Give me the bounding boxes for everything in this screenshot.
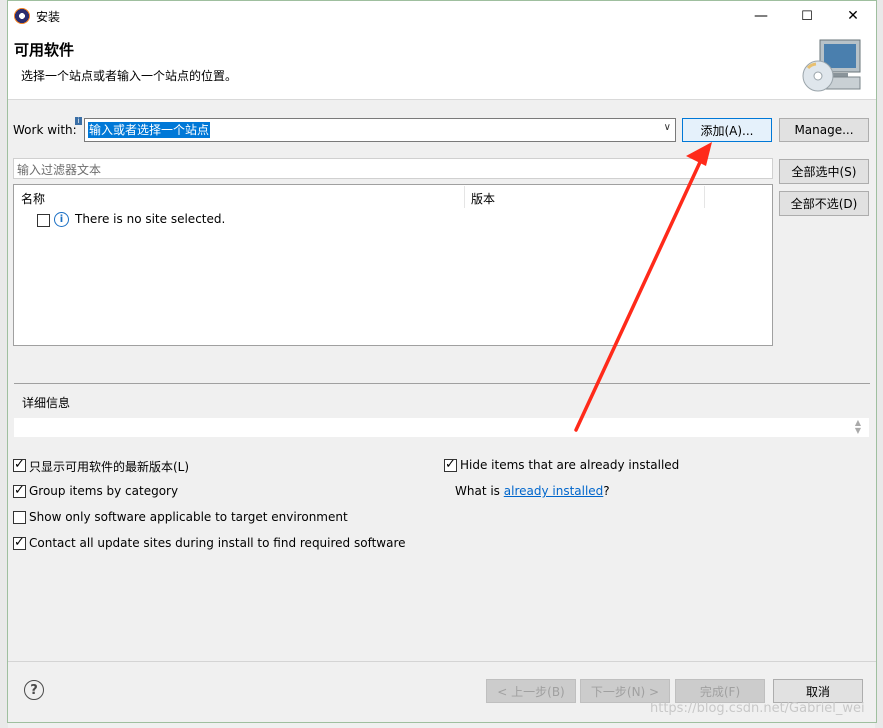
details-text-area[interactable]	[14, 418, 869, 437]
watermark: https://blog.csdn.net/Gabriel_wei	[650, 701, 865, 716]
next-button[interactable]: 下一步(N) >	[580, 679, 670, 703]
install-dialog	[7, 0, 877, 723]
column-divider	[704, 186, 705, 208]
add-site-button[interactable]: 添加(A)...	[682, 118, 772, 142]
group-by-category-label[interactable]: Group items by category	[29, 484, 178, 498]
work-with-label: Work with:	[13, 123, 77, 137]
work-with-combo[interactable]: 输入或者选择一个站点 ∨	[84, 118, 676, 142]
latest-version-checkbox[interactable]	[13, 457, 26, 473]
close-button[interactable]: ✕	[830, 1, 876, 31]
cancel-button[interactable]: 取消	[773, 679, 863, 703]
already-installed-text: What is already installed?	[455, 484, 610, 498]
column-header-name[interactable]: 名称	[21, 190, 45, 207]
target-env-label[interactable]: Show only software applicable to target …	[29, 510, 348, 524]
contact-sites-label[interactable]: Contact all update sites during install …	[29, 536, 406, 550]
info-icon: i	[54, 212, 69, 227]
minimize-button[interactable]: —	[738, 1, 784, 31]
footer-divider	[8, 661, 876, 662]
help-icon[interactable]: ?	[24, 680, 44, 700]
finish-button[interactable]: 完成(F)	[675, 679, 765, 703]
eclipse-icon	[14, 8, 30, 24]
table-row-text: There is no site selected.	[75, 212, 226, 226]
column-header-version[interactable]: 版本	[471, 190, 495, 207]
work-with-value: 输入或者选择一个站点	[88, 122, 211, 138]
details-label: 详细信息	[22, 396, 71, 410]
software-table[interactable]	[13, 184, 773, 346]
already-installed-prefix: What is	[455, 484, 504, 498]
filter-input[interactable]: 输入过滤器文本	[13, 158, 773, 179]
info-decoration-icon: i	[75, 117, 82, 125]
hide-installed-checkbox[interactable]	[444, 457, 457, 473]
manage-button[interactable]: Manage...	[779, 118, 869, 142]
install-cd-monitor-icon	[802, 39, 861, 92]
contact-sites-checkbox[interactable]	[13, 535, 26, 551]
wizard-header	[8, 31, 876, 100]
details-divider	[14, 383, 870, 384]
scroll-arrows-icon[interactable]: ▲ ▼	[851, 419, 865, 436]
already-installed-link[interactable]: already installed	[504, 484, 604, 498]
column-divider	[464, 186, 465, 208]
select-all-button[interactable]: 全部选中(S)	[779, 159, 869, 184]
hide-installed-label[interactable]: Hide items that are already installed	[460, 458, 679, 472]
window-title: 安装	[36, 10, 61, 24]
page-title: 可用软件	[14, 41, 75, 59]
row-checkbox[interactable]	[37, 214, 50, 227]
chevron-down-icon[interactable]: ∨	[664, 122, 671, 133]
latest-version-label[interactable]: 只显示可用软件的最新版本(L)	[29, 458, 189, 475]
group-by-category-checkbox[interactable]	[13, 483, 26, 499]
target-env-checkbox[interactable]	[13, 511, 26, 524]
page-description: 选择一个站点或者输入一个站点的位置。	[21, 69, 238, 83]
already-installed-suffix: ?	[603, 484, 610, 498]
back-button[interactable]: < 上一步(B)	[486, 679, 576, 703]
maximize-button[interactable]: ☐	[784, 1, 830, 31]
deselect-all-button[interactable]: 全部不选(D)	[779, 191, 869, 216]
